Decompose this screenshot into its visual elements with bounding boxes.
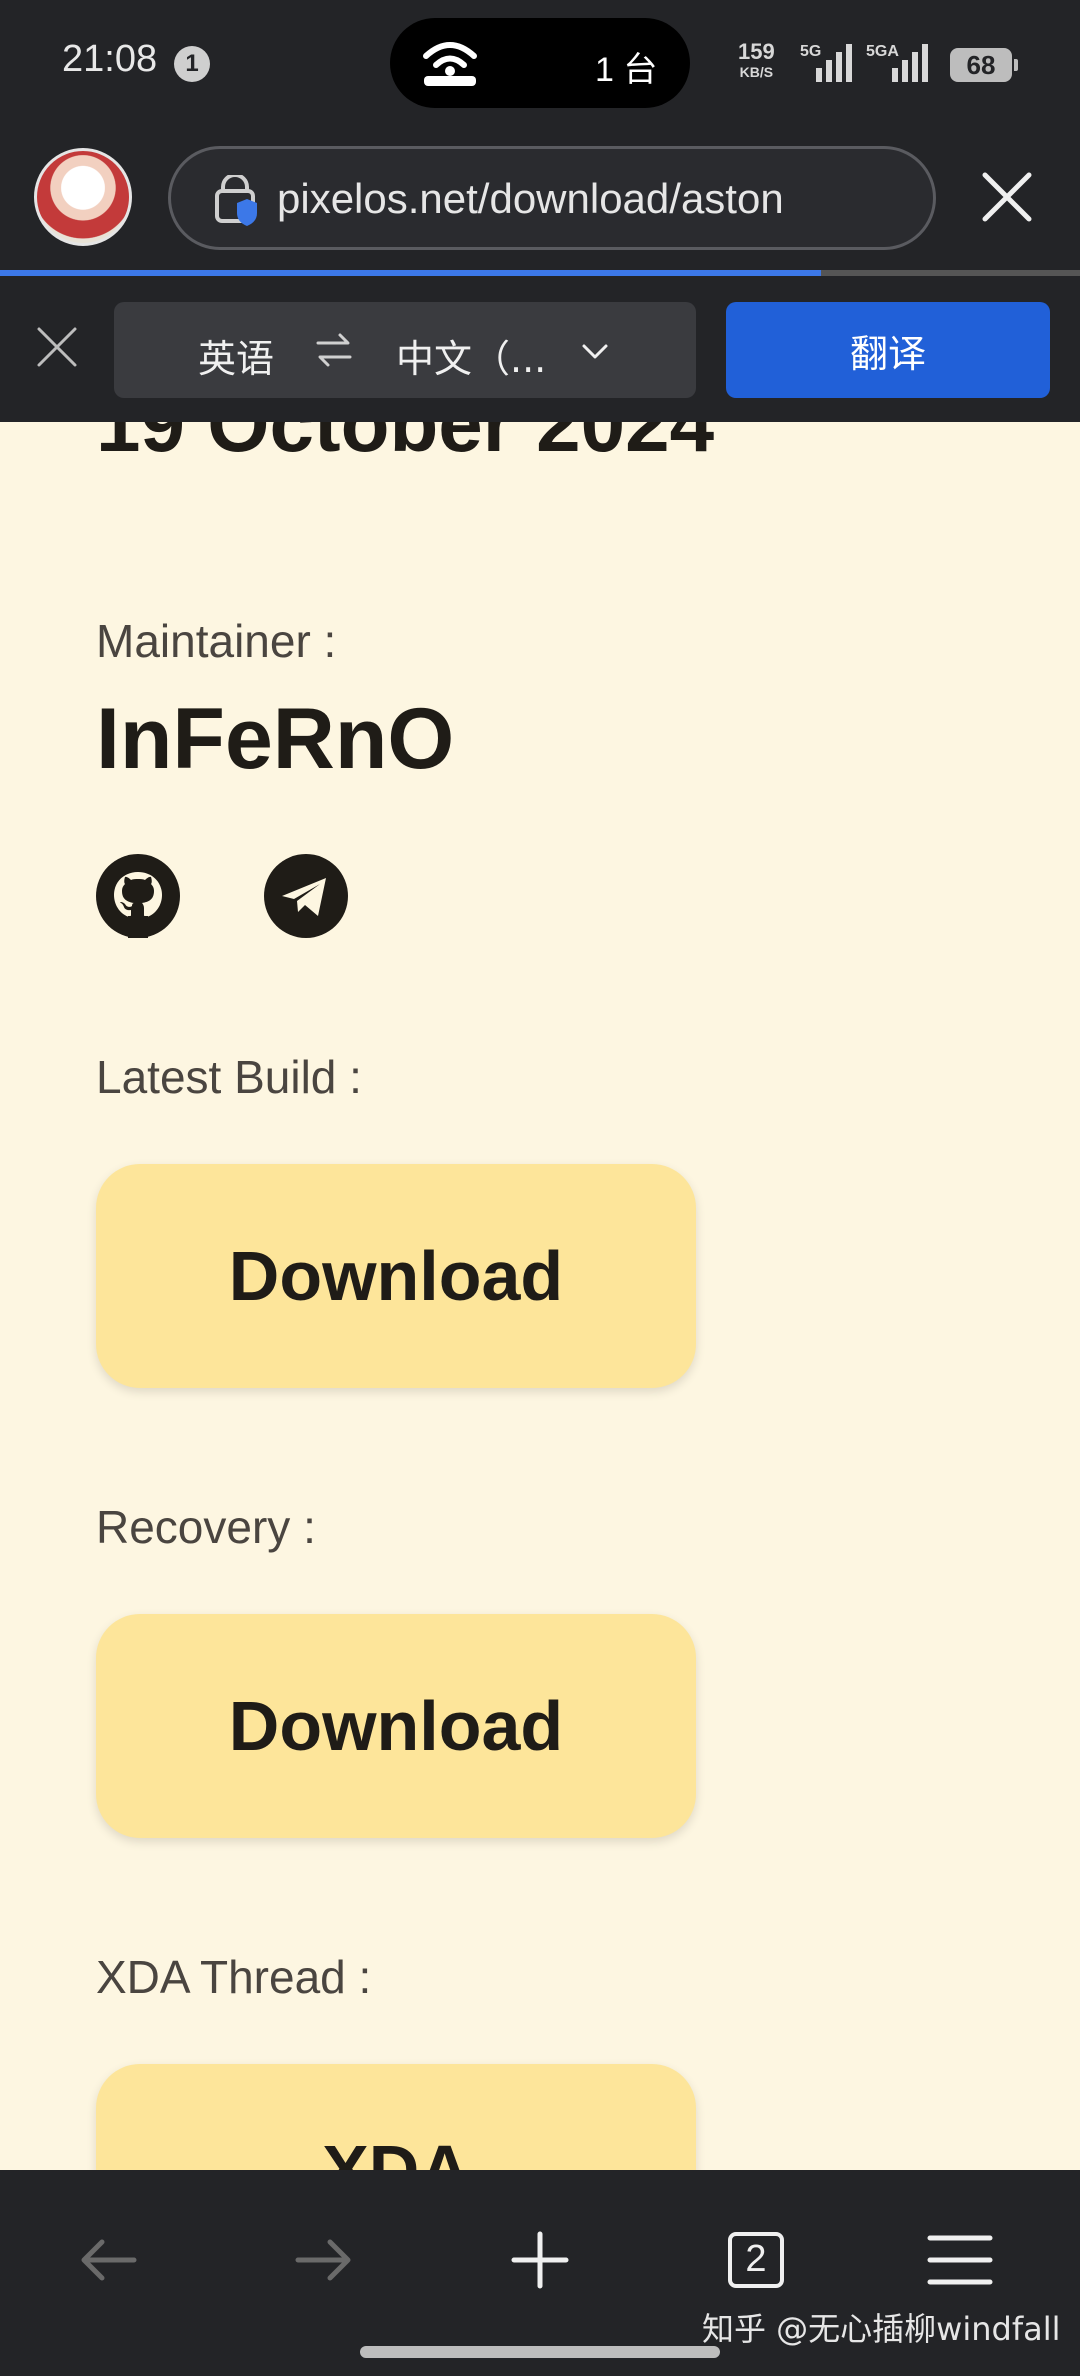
signal1-label: 5G [800,43,821,60]
recovery-label: Recovery : [96,1501,316,1553]
signal-5ga-icon: 5GA [866,43,928,82]
bottom-nav: 2 知乎 @无心插柳windfall [0,2170,1080,2376]
forward-arrow-icon[interactable] [284,2220,364,2300]
source-language[interactable]: 英语 [198,328,274,383]
signal-5g-icon: 5G [800,43,852,82]
github-icon[interactable] [96,854,180,938]
signal2-label: 5GA [866,43,899,60]
address-bar: pixelos.net/download/aston [0,130,1080,270]
shopping-bag-shield-icon[interactable] [213,175,257,227]
xda-thread-label: XDA Thread : [96,1951,372,2003]
close-translate-icon[interactable] [36,326,78,368]
dynamic-island[interactable]: 1 台 [390,18,690,108]
maintainer-name: InFeRnO [96,691,455,787]
new-tab-plus-icon[interactable] [500,2220,580,2300]
url-field[interactable]: pixelos.net/download/aston [168,146,936,250]
telegram-icon[interactable] [264,854,348,938]
target-language[interactable]: 中文（... [396,328,546,383]
translate-button[interactable]: 翻译 [726,302,1050,398]
tab-count: 2 [745,2238,767,2280]
network-speed: 159 KB/S [738,39,775,82]
recovery-download-button[interactable]: Download [96,1614,696,1838]
notification-count-badge: 1 [174,46,210,82]
tabs-button[interactable]: 2 [716,2220,796,2300]
url-text[interactable]: pixelos.net/download/aston [277,175,784,223]
language-picker[interactable]: 英语 中文（... [114,302,696,398]
status-bar: 21:08 1 1 台 159 KB/S 5G 5GA 68 [0,0,1080,130]
back-arrow-icon[interactable] [68,2220,148,2300]
page-content[interactable]: 19 October 2024 Maintainer : InFeRnO Lat… [0,422,1080,2170]
battery-icon: 68 [950,48,1018,82]
translate-bar: 英语 中文（... 翻译 [0,276,1080,422]
hotspot-device-count: 1 台 [595,51,658,89]
home-indicator[interactable] [360,2346,720,2358]
watermark-text: 知乎 @无心插柳windfall [702,2310,1061,2348]
close-icon[interactable] [980,170,1034,224]
profile-avatar[interactable] [34,148,132,246]
xda-thread-button[interactable]: XDA [96,2064,696,2170]
latest-build-download-button[interactable]: Download [96,1164,696,1388]
maintainer-label: Maintainer : [96,615,337,667]
network-speed-value: 159 [738,39,775,64]
chevron-down-icon[interactable] [580,336,610,366]
network-speed-unit: KB/S [739,64,774,80]
latest-build-label: Latest Build : [96,1051,362,1103]
build-date-heading: 19 October 2024 [96,422,715,468]
status-time: 21:08 [62,38,158,80]
swap-languages-icon[interactable] [314,330,354,370]
hotspot-icon [423,42,477,86]
menu-icon[interactable] [920,2220,1000,2300]
